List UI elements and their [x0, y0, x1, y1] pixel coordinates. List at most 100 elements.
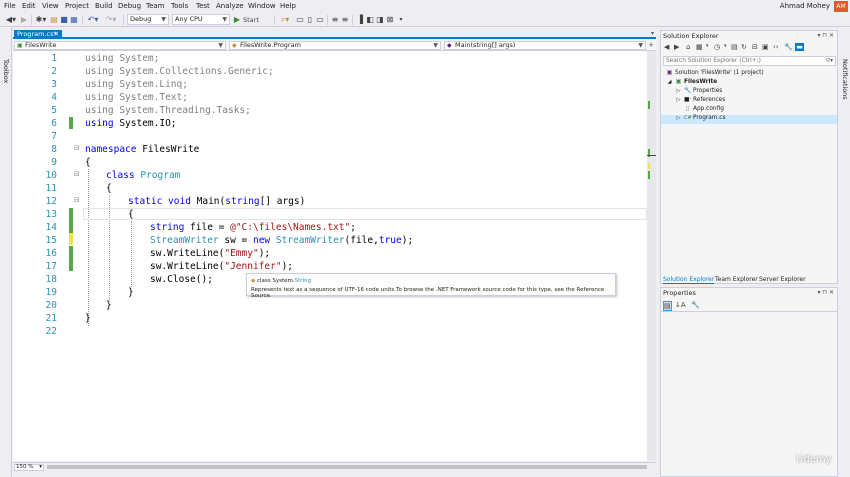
toolbar-overflow-icon[interactable]: ▾ [398, 15, 404, 25]
collapse-icon[interactable]: ⊟ [74, 170, 80, 178]
bookmark-clear-icon[interactable]: ⊠ [386, 15, 394, 25]
bookmark-icon[interactable]: ▐ [356, 15, 364, 25]
tree-item-project[interactable]: ◢ ▣ FilesWrite [666, 79, 718, 85]
refresh-icon[interactable]: ↻ [741, 43, 747, 51]
property-pages-icon[interactable]: 🔧 [691, 301, 700, 309]
platform-dropdown[interactable]: Any CPU ▼ [172, 14, 230, 25]
back-icon[interactable]: ◀ [664, 43, 669, 51]
bookmark-prev-icon[interactable]: ◧ [366, 15, 374, 25]
code-editor[interactable]: 1 2 3 4 5 6 7 8 9 10 11 12 13 14 15 16 1… [13, 51, 656, 461]
tab-list-icon[interactable]: ▾ [651, 30, 654, 37]
tooltip-description: Represents text as a sequence of UTF-16 … [251, 287, 605, 299]
undo-icon[interactable]: ↶▾ [86, 15, 100, 25]
pending-changes-icon[interactable]: ▤ [731, 43, 738, 51]
tree-item-properties[interactable]: ▷ 🔧 Properties [675, 88, 723, 94]
collapse-all-icon[interactable]: ⊟ [752, 43, 758, 51]
format-icon[interactable]: ≡ [331, 15, 339, 25]
csharp-project-icon: ▣ [17, 42, 23, 49]
show-all-files-icon[interactable]: ▣ [762, 43, 769, 51]
new-project-icon[interactable]: ✱▾ [34, 15, 48, 25]
project-dropdown[interactable]: ▣ FilesWrite ▼ [14, 41, 226, 50]
save-all-icon[interactable]: ▦ [70, 15, 78, 25]
menu-project[interactable]: Project [65, 2, 89, 10]
vertical-scrollbar[interactable] [647, 51, 656, 461]
document-tab-program[interactable]: Program.cs* ✕ [14, 30, 62, 39]
zoom-dropdown[interactable]: 150 % ▾ [14, 464, 44, 471]
expand-arrow-icon[interactable]: ◢ [666, 79, 673, 85]
menu-test[interactable]: Test [196, 2, 210, 10]
code-line-17: sw.WriteLine("Jennifer"); [150, 261, 294, 272]
code-line-2: using System.Collections.Generic; [85, 66, 274, 77]
notifications-tab[interactable]: Notifications [841, 59, 849, 100]
menu-file[interactable]: File [4, 2, 16, 10]
wrench-icon: 🔧 [684, 88, 692, 94]
class-dropdown[interactable]: ◆ FilesWrite.Program ▼ [229, 41, 441, 50]
preview-selected-icon[interactable]: ▬ [795, 43, 804, 51]
zoom-value: 150 % [16, 464, 34, 470]
panel-controls-icon[interactable]: ▾ ⊓ ✕ [817, 288, 834, 298]
open-folder-icon[interactable]: ▤ [50, 15, 58, 25]
configuration-dropdown[interactable]: Debug ▼ [127, 14, 169, 25]
chevron-down-icon: ▼ [638, 42, 643, 49]
alphabetical-icon[interactable]: ↓A [675, 301, 686, 309]
tree-item-program-cs[interactable]: ▷ C#Program.cs [675, 115, 726, 121]
forward-icon[interactable]: ▶ [674, 43, 679, 51]
categorized-icon[interactable]: ▤ [663, 301, 672, 311]
properties-icon[interactable]: 🔧 [784, 43, 793, 51]
history-icon[interactable]: ◷ [714, 43, 720, 51]
line-number: 14 [45, 222, 57, 233]
collapsed-arrow-icon[interactable]: ▷ [675, 88, 682, 94]
menu-edit[interactable]: Edit [22, 2, 36, 10]
toolbar-icon[interactable]: ▭ [296, 15, 304, 25]
menu-tools[interactable]: Tools [171, 2, 188, 10]
start-icon[interactable]: ▶ [233, 15, 241, 25]
view-code-icon[interactable]: ‹› [773, 43, 779, 51]
collapsed-arrow-icon[interactable]: ▷ [675, 115, 682, 121]
current-line-highlight [83, 208, 647, 220]
format-icon[interactable]: ≡ [341, 15, 349, 25]
line-number: 19 [45, 287, 57, 298]
horizontal-scrollbar[interactable] [47, 465, 647, 469]
menu-window[interactable]: Window [248, 2, 276, 10]
split-editor-icon[interactable]: + [648, 41, 654, 49]
panel-controls-icon[interactable]: ▾ ⊓ ✕ [817, 31, 834, 41]
navigate-forward-icon[interactable]: ▶ [20, 15, 28, 25]
collapse-icon[interactable]: ⊟ [74, 144, 80, 152]
save-icon[interactable]: ■ [60, 15, 68, 25]
tree-item-references[interactable]: ▷ ■· References [675, 97, 726, 103]
tab-team-explorer[interactable]: Team Explorer [715, 276, 758, 283]
find-in-files-icon[interactable]: ⌕▾ [278, 15, 292, 25]
avatar[interactable]: AM [834, 1, 848, 12]
menu-analyze[interactable]: Analyze [216, 2, 244, 10]
start-button[interactable]: Start [243, 15, 269, 25]
toolbar-icon[interactable]: ▭ [316, 15, 324, 25]
redo-icon[interactable]: ↷▾ [104, 15, 118, 25]
bookmark-next-icon[interactable]: ◨ [376, 15, 384, 25]
line-number: 18 [45, 274, 57, 285]
collapsed-arrow-icon[interactable]: ▷ [675, 97, 682, 103]
chevron-down-icon[interactable]: ▾ [724, 43, 727, 49]
menu-help[interactable]: Help [280, 2, 296, 10]
indent-guide [131, 221, 132, 287]
tree-item-solution[interactable]: ▣ Solution 'FilesWrite' (1 project) [666, 70, 764, 76]
close-icon[interactable]: ✕ [54, 30, 59, 39]
member-dropdown[interactable]: ◆ Main(string[] args) ▼ [444, 41, 646, 50]
tree-item-app-config[interactable]: ▯ App.config [684, 106, 724, 112]
solution-search-input[interactable]: Search Solution Explorer (Ctrl+;) ⚲▾ [663, 56, 836, 66]
chevron-down-icon[interactable]: ▾ [706, 43, 709, 49]
toolbar-icon[interactable]: ▯ [306, 15, 314, 25]
menu-view[interactable]: View [42, 2, 59, 10]
menu-build[interactable]: Build [95, 2, 113, 10]
collapse-icon[interactable]: ⊟ [74, 196, 80, 204]
toolbox-tab[interactable]: Toolbox [2, 59, 10, 83]
navigate-back-icon[interactable]: ◀▾ [4, 15, 18, 25]
code-line-12: static void Main(string[] args) [128, 196, 306, 207]
explorer-tab-strip: Solution Explorer Team Explorer Server E… [661, 275, 837, 285]
tab-server-explorer[interactable]: Server Explorer [759, 276, 806, 283]
menu-debug[interactable]: Debug [118, 2, 141, 10]
menu-team[interactable]: Team [146, 2, 165, 10]
home-icon[interactable]: ⌂ [686, 43, 690, 51]
tab-solution-explorer[interactable]: Solution Explorer [663, 276, 715, 284]
user-name[interactable]: Ahmad Mohey [780, 2, 830, 10]
switch-views-icon[interactable]: ▦ [696, 43, 703, 51]
